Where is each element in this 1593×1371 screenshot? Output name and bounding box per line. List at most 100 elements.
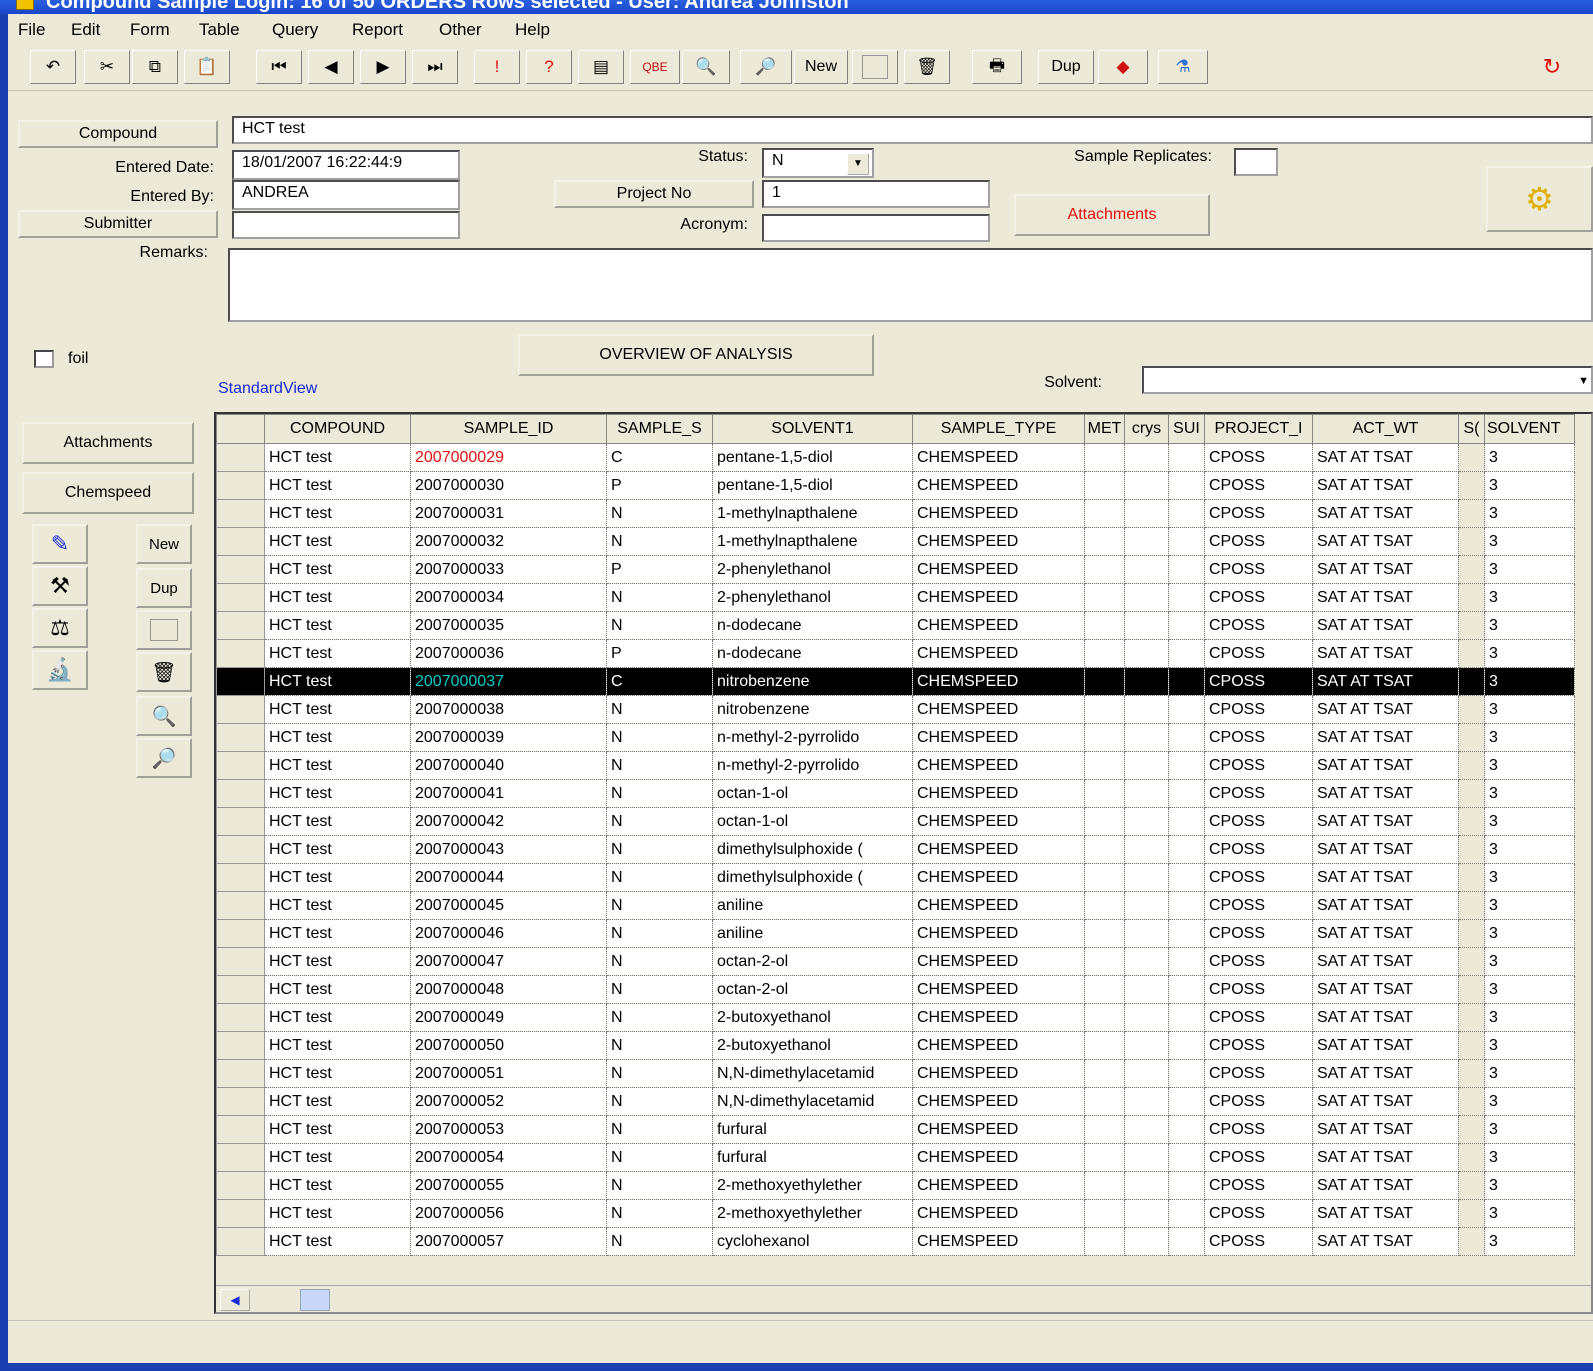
table-cell[interactable] xyxy=(1168,639,1205,668)
table-cell[interactable]: 3 xyxy=(1484,751,1575,780)
table-row[interactable]: HCT test 2007000056 N 2-methoxyethylether CH… xyxy=(216,1199,1575,1228)
table-cell[interactable]: HCT test xyxy=(264,1003,411,1032)
table-cell[interactable]: 3 xyxy=(1484,1171,1575,1200)
table-cell[interactable]: HCT test xyxy=(264,695,411,724)
table-cell[interactable]: HCT test xyxy=(264,1059,411,1088)
table-cell[interactable]: N xyxy=(606,1003,713,1032)
table-cell[interactable]: N xyxy=(606,1087,713,1116)
table-cell[interactable]: 3 xyxy=(1484,499,1575,528)
menu-edit[interactable]: Edit xyxy=(71,20,100,40)
table-cell[interactable] xyxy=(1458,1143,1485,1172)
table-cell[interactable]: CPOSS xyxy=(1204,1171,1313,1200)
table-row[interactable]: HCT test 2007000032 N 1-methylnapthalene CHE… xyxy=(216,527,1575,556)
table-cell[interactable] xyxy=(1124,639,1169,668)
table-cell[interactable]: HCT test xyxy=(264,723,411,752)
table-cell[interactable]: 3 xyxy=(1484,527,1575,556)
row-header[interactable] xyxy=(216,639,265,668)
table-cell[interactable]: N xyxy=(606,975,713,1004)
table-cell[interactable]: 2007000053 xyxy=(410,1115,607,1144)
table-cell[interactable] xyxy=(1458,835,1485,864)
remarks-textarea[interactable] xyxy=(228,248,1593,322)
help-button[interactable]: ? xyxy=(526,50,572,84)
table-cell[interactable] xyxy=(1124,835,1169,864)
first-record-button[interactable]: ⏮ xyxy=(256,50,302,84)
table-cell[interactable]: N xyxy=(606,1031,713,1060)
table-cell[interactable]: CPOSS xyxy=(1204,891,1313,920)
table-cell[interactable]: 3 xyxy=(1484,863,1575,892)
prev-record-button[interactable]: ◀ xyxy=(308,50,354,84)
table-cell[interactable] xyxy=(1168,1171,1205,1200)
column-header[interactable]: crys xyxy=(1124,414,1169,444)
table-cell[interactable]: CHEMSPEED xyxy=(912,863,1085,892)
table-cell[interactable]: SAT AT TSAT xyxy=(1312,779,1459,808)
compound-button[interactable]: Compound xyxy=(18,120,218,148)
table-cell[interactable]: SAT AT TSAT xyxy=(1312,667,1459,696)
table-cell[interactable] xyxy=(1124,611,1169,640)
table-cell[interactable] xyxy=(1458,695,1485,724)
table-cell[interactable]: SAT AT TSAT xyxy=(1312,1143,1459,1172)
sample-replicates-field[interactable] xyxy=(1234,148,1278,176)
table-cell[interactable]: HCT test xyxy=(264,527,411,556)
table-cell[interactable]: HCT test xyxy=(264,751,411,780)
table-row[interactable]: HCT test 2007000053 Nfurfural CHEMSPEED CPOS… xyxy=(216,1115,1575,1144)
table-cell[interactable]: CPOSS xyxy=(1204,667,1313,696)
table-cell[interactable]: CHEMSPEED xyxy=(912,583,1085,612)
table-cell[interactable] xyxy=(1458,1199,1485,1228)
table-cell[interactable]: CPOSS xyxy=(1204,1031,1313,1060)
table-cell[interactable]: HCT test xyxy=(264,1199,411,1228)
table-cell[interactable]: 3 xyxy=(1484,779,1575,808)
row-header[interactable] xyxy=(216,779,265,808)
row-header[interactable] xyxy=(216,443,265,472)
row-header[interactable] xyxy=(216,667,265,696)
table-cell[interactable]: 2007000036 xyxy=(410,639,607,668)
table-cell[interactable]: CHEMSPEED xyxy=(912,1115,1085,1144)
table-cell[interactable]: 2-methoxyethylether xyxy=(712,1171,913,1200)
row-header[interactable] xyxy=(216,863,265,892)
table-cell[interactable] xyxy=(1458,1031,1485,1060)
table-cell[interactable]: 3 xyxy=(1484,1199,1575,1228)
table-cell[interactable] xyxy=(1084,779,1125,808)
table-cell[interactable] xyxy=(1084,499,1125,528)
table-cell[interactable] xyxy=(1084,835,1125,864)
table-cell[interactable]: CPOSS xyxy=(1204,443,1313,472)
refresh-button[interactable]: ↻ xyxy=(1532,50,1572,84)
menu-query[interactable]: Query xyxy=(272,20,318,40)
table-cell[interactable]: 3 xyxy=(1484,891,1575,920)
settings-button[interactable]: ⚙ xyxy=(1486,166,1593,232)
table-row[interactable]: HCT test 2007000048 Noctan-2-ol CHEMSPEED CP… xyxy=(216,975,1575,1004)
entered-date-field[interactable]: 18/01/2007 16:22:44:9 xyxy=(232,150,460,180)
table-cell[interactable] xyxy=(1458,1059,1485,1088)
table-cell[interactable]: P xyxy=(606,639,713,668)
table-cell[interactable] xyxy=(1084,639,1125,668)
table-cell[interactable] xyxy=(1084,975,1125,1004)
table-cell[interactable]: n-methyl-2-pyrrolido xyxy=(712,723,913,752)
horizontal-scrollbar[interactable]: ◀ xyxy=(216,1285,1591,1312)
table-cell[interactable]: CHEMSPEED xyxy=(912,611,1085,640)
table-row[interactable]: HCT test 2007000037 Cnitrobenzene CHEMSPEED… xyxy=(216,667,1575,696)
row-header[interactable] xyxy=(216,835,265,864)
table-row[interactable]: HCT test 2007000038 Nnitrobenzene CHEMSPEED… xyxy=(216,695,1575,724)
table-cell[interactable] xyxy=(1084,1199,1125,1228)
table-cell[interactable]: 2007000056 xyxy=(410,1199,607,1228)
column-header[interactable]: SOLVENT1 xyxy=(712,414,913,444)
row-header[interactable] xyxy=(216,527,265,556)
table-cell[interactable] xyxy=(1458,947,1485,976)
table-row[interactable]: HCT test 2007000043 Ndimethylsulphoxide (C… xyxy=(216,835,1575,864)
row-header[interactable] xyxy=(216,1059,265,1088)
table-cell[interactable]: CHEMSPEED xyxy=(912,1087,1085,1116)
table-cell[interactable]: 3 xyxy=(1484,695,1575,724)
table-row[interactable]: HCT test 2007000054 Nfurfural CHEMSPEED CPOS… xyxy=(216,1143,1575,1172)
table-cell[interactable]: 3 xyxy=(1484,919,1575,948)
table-cell[interactable]: CHEMSPEED xyxy=(912,1003,1085,1032)
table-cell[interactable] xyxy=(1168,471,1205,500)
row-header[interactable] xyxy=(216,611,265,640)
table-cell[interactable] xyxy=(1458,807,1485,836)
table-cell[interactable]: N xyxy=(606,835,713,864)
table-cell[interactable] xyxy=(1458,1003,1485,1032)
table-cell[interactable]: CHEMSPEED xyxy=(912,527,1085,556)
table-cell[interactable] xyxy=(1124,555,1169,584)
copy-button[interactable]: ⧉ xyxy=(132,50,178,84)
attachments-side-button[interactable]: Attachments xyxy=(22,422,194,464)
table-cell[interactable]: 3 xyxy=(1484,975,1575,1004)
table-cell[interactable]: CPOSS xyxy=(1204,1227,1313,1256)
